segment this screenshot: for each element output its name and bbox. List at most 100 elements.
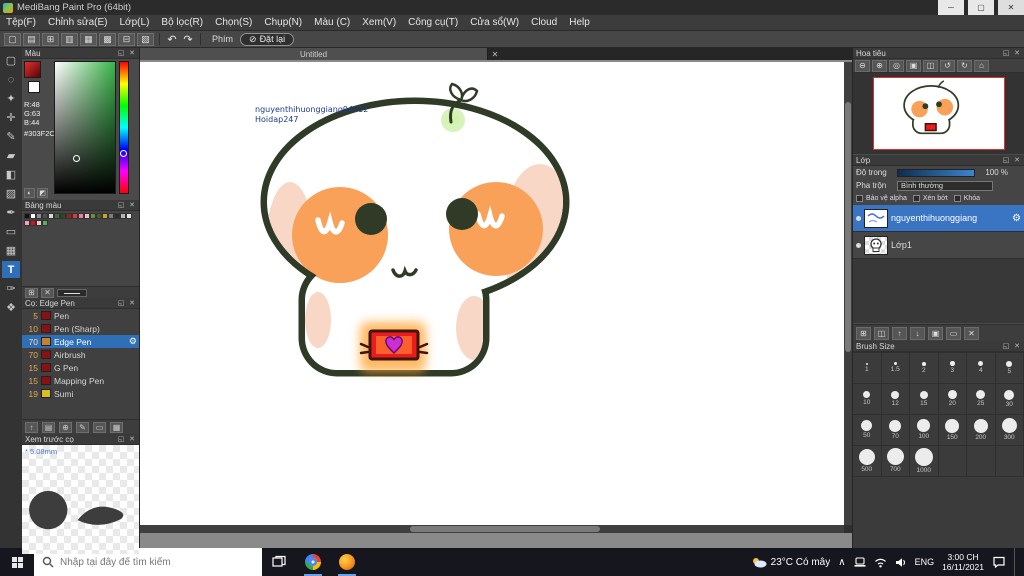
minimize-button[interactable]: ─ [938,0,964,15]
brush-menu-icon[interactable]: ▦ [110,421,123,433]
panel-close-icon[interactable]: ✕ [128,299,136,307]
grid-toggle-icon[interactable]: ▦ [80,32,97,46]
panel-popout-icon[interactable]: ◱ [1002,49,1010,57]
task-view-button[interactable] [262,548,296,576]
panel-popout-icon[interactable]: ◱ [117,49,125,57]
material-icon[interactable]: ▧ [137,32,154,46]
brush-size-cell[interactable]: 3 [938,353,967,384]
panel-close-icon[interactable]: ✕ [1013,342,1021,350]
gradient-tool[interactable]: ▨ [2,185,20,202]
zoom-100-icon[interactable]: ◎ [889,59,904,72]
menu-item[interactable]: Chỉnh sửa(E) [42,15,114,31]
brush-item[interactable]: 19 Sumi [22,387,139,400]
brush-size-cell[interactable]: 500 [853,446,882,477]
background-color-swatch[interactable] [28,81,40,93]
horizontal-scrollbar-thumb[interactable] [410,526,600,532]
close-button[interactable]: ✕ [998,0,1024,15]
brush-size-cell[interactable]: 100 [910,415,939,446]
panel-close-icon[interactable]: ✕ [128,49,136,57]
export-icon[interactable]: ▥ [61,32,78,46]
menu-item[interactable]: Xem(V) [356,15,402,31]
brush-item[interactable]: 70 Edge Pen ⚙ [22,335,139,348]
move-tool[interactable]: ✛ [2,109,20,126]
divide-tool[interactable]: ▦ [2,242,20,259]
hand-tool[interactable]: ❖ [2,299,20,316]
edit-brush-icon[interactable]: ✎ [76,421,89,433]
delete-layer-icon[interactable]: ✕ [964,326,979,340]
color-wheel-icon[interactable]: ◐ [24,188,35,198]
panel-popout-icon[interactable]: ◱ [117,201,125,209]
sv-marker[interactable] [73,155,80,162]
reset-button[interactable]: ⊘ Đặt lại [240,32,295,46]
hue-slider[interactable] [119,61,129,194]
zoom-in-icon[interactable]: ⊕ [872,59,887,72]
eraser-tool[interactable]: ▰ [2,147,20,164]
clipping-checkbox[interactable] [912,195,920,202]
medibang-app-button[interactable] [330,548,364,576]
layer-down-icon[interactable]: ↓ [910,326,925,340]
brush-item[interactable]: 15 Mapping Pen [22,374,139,387]
brush-item[interactable]: 5 Pen [22,309,139,322]
shape-tool[interactable]: ▭ [2,223,20,240]
magic-wand-tool[interactable]: ✦ [2,90,20,107]
brush-tool[interactable]: ✎ [2,128,20,145]
tab-close-icon[interactable]: ✕ [488,48,502,60]
brush-size-cell[interactable]: 200 [967,415,996,446]
layer-visibility-icon[interactable] [856,242,861,248]
brush-size-cell[interactable]: 25 [967,384,996,415]
panel-popout-icon[interactable]: ◱ [1002,156,1010,164]
brush-size-cell[interactable]: 20 [938,384,967,415]
layer-item[interactable]: Lớp1 [853,232,1024,259]
maximize-button[interactable]: ▢ [968,0,994,15]
navigator-view-rect[interactable] [872,77,1005,150]
save-icon[interactable]: ⊞ [42,32,59,46]
lock-checkbox[interactable] [953,195,961,202]
brush-size-cell[interactable]: 4 [967,353,996,384]
document-tab[interactable]: Untitled [140,48,488,60]
panel-popout-icon[interactable]: ◱ [117,435,125,443]
menu-item[interactable]: Cửa sổ(W) [464,15,525,31]
browser-app-button[interactable] [296,548,330,576]
foreground-color-swatch[interactable] [24,61,41,78]
language-indicator[interactable]: ENG [915,557,935,567]
panel-close-icon[interactable]: ✕ [128,435,136,443]
brush-size-cell[interactable]: 50 [853,415,882,446]
fit-screen-icon[interactable]: ▣ [906,59,921,72]
merge-layer-icon[interactable]: ▣ [928,326,943,340]
brush-settings-icon[interactable]: ⚙ [129,336,137,347]
text-tool[interactable]: T [2,261,20,278]
redo-icon[interactable]: ↷ [181,33,195,46]
opacity-slider[interactable] [897,168,975,177]
brush-size-cell[interactable]: 700 [881,446,910,477]
show-desktop-button[interactable] [1014,548,1018,576]
menu-item[interactable]: Chụp(N) [258,15,308,31]
fill-tool[interactable]: ◧ [2,166,20,183]
vertical-scrollbar[interactable] [844,62,852,525]
layer-visibility-icon[interactable] [856,215,861,221]
brush-size-cell[interactable]: 15 [910,384,939,415]
panel-close-icon[interactable]: ✕ [128,201,136,209]
menu-item[interactable]: Bộ lọc(R) [155,15,209,31]
duplicate-layer-icon[interactable]: ◫ [874,326,889,340]
vertical-scrollbar-thumb[interactable] [845,102,851,352]
wifi-icon[interactable] [874,557,887,568]
palette-swatch[interactable] [42,220,48,226]
brush-size-cell[interactable]: 300 [995,415,1024,446]
blend-mode-select[interactable]: Bình thường [897,180,993,191]
layer-up-icon[interactable]: ↑ [892,326,907,340]
palette-swatch[interactable] [126,213,132,219]
horizontal-scrollbar[interactable] [140,525,844,533]
rotate-left-icon[interactable]: ↺ [940,59,955,72]
ruler-icon[interactable]: ⊟ [118,32,135,46]
layer-item[interactable]: nguyenthihuonggiang ⚙ [853,205,1024,232]
brush-size-cell[interactable]: 1 [853,353,882,384]
clear-layer-icon[interactable]: ▭ [946,326,961,340]
hue-marker[interactable] [120,150,127,157]
new-file-icon[interactable]: ▢ [4,32,21,46]
menu-item[interactable]: Help [563,15,596,31]
zoom-out-icon[interactable]: ⊖ [855,59,870,72]
panel-close-icon[interactable]: ✕ [1013,49,1021,57]
menu-item[interactable]: Cloud [525,15,563,31]
layer-settings-icon[interactable]: ⚙ [1012,213,1021,224]
brush-size-cell[interactable]: 150 [938,415,967,446]
